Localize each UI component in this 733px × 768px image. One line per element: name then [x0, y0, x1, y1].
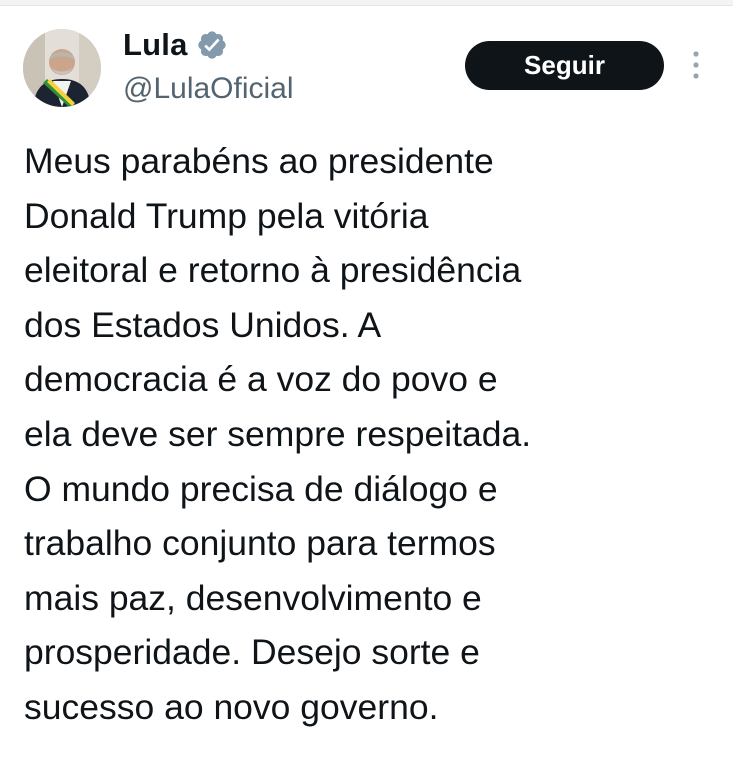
tweet-text-line: trabalho conjunto para termos [24, 523, 496, 564]
tweet-text-line: sucesso ao novo governo. [24, 686, 439, 727]
tweet-text-line: prosperidade. Desejo sorte e [24, 632, 480, 673]
tweet-text-line: Donald Trump pela vitória [24, 195, 429, 236]
tweet-card: Lula @LulaOficial Seguir Meus parabéns a… [0, 6, 733, 768]
tweet-text-line: O mundo precisa de diálogo e [24, 468, 498, 509]
tweet-text-line: ela deve ser sempre respeitada. [24, 413, 532, 454]
tweet-text-line: mais paz, desenvolvimento e [24, 577, 482, 618]
tweet-text-line: dos Estados Unidos. A [24, 304, 382, 345]
tweet-text-line: Meus parabéns ao presidente [24, 141, 494, 181]
display-name[interactable]: Lula [123, 27, 188, 63]
verified-badge-icon [196, 29, 228, 61]
tweet-text: Meus parabéns ao presidente Donald Trump… [24, 134, 724, 735]
handle[interactable]: @LulaOficial [123, 72, 294, 106]
more-options-icon[interactable] [686, 48, 706, 82]
avatar[interactable] [23, 29, 101, 107]
name-row: Lula [123, 27, 228, 63]
avatar-image [23, 29, 101, 107]
follow-button[interactable]: Seguir [465, 41, 664, 90]
tweet-text-line: democracia é a voz do povo e [24, 359, 498, 400]
tweet-text-line: eleitoral e retorno à presidência [24, 250, 522, 291]
